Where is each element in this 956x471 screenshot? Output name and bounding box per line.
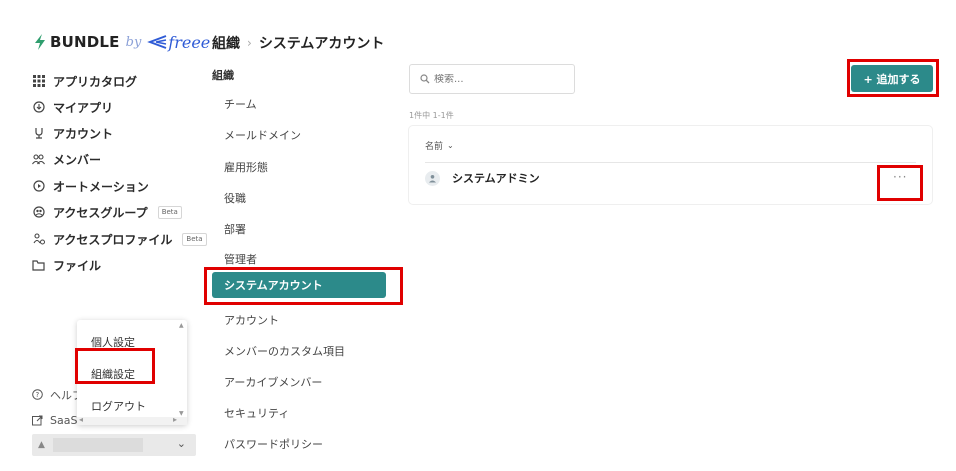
header-divider (425, 162, 916, 163)
org-nav-title: 組織 (212, 69, 234, 82)
external-link-icon (32, 415, 44, 427)
column-header-name[interactable]: 名前 ⌄ (425, 139, 454, 152)
bundle-bolt-icon (35, 34, 45, 50)
menu-item-personal-settings[interactable]: 個人設定 (91, 334, 135, 350)
org-nav-item-security[interactable]: セキュリティ (224, 405, 289, 421)
freee-logo: freee (147, 33, 210, 52)
popup-vertical-scrollbar[interactable]: ▲ ▼ (179, 322, 185, 418)
avatar (425, 170, 440, 186)
add-button[interactable]: + 追加する (851, 65, 933, 92)
user-popup-menu: 個人設定 組織設定 ログアウト ▲ ▼ ◂ ▸ (77, 320, 187, 425)
result-count: 1件中 1-1件 (409, 111, 454, 120)
org-nav-item-department[interactable]: 部署 (224, 221, 246, 237)
org-nav-item-member-custom-fields[interactable]: メンバーのカスタム項目 (224, 343, 345, 359)
breadcrumb-current: システムアカウント (258, 36, 385, 52)
sidebar-item-files[interactable]: ファイル (32, 254, 101, 276)
chevron-down-icon: ⌄ (447, 141, 454, 150)
sidebar-item-label: メンバー (53, 152, 102, 167)
sidebar-item-label: アプリカタログ (53, 74, 138, 89)
search-input[interactable] (434, 73, 554, 85)
circle-arrow-icon (32, 101, 45, 114)
profile-icon (32, 233, 45, 246)
org-nav-item-team[interactable]: チーム (224, 96, 257, 112)
column-header-label: 名前 (425, 142, 444, 152)
org-nav-item-mail-domain[interactable]: メールドメイン (224, 127, 301, 143)
person-icon (32, 127, 45, 140)
scroll-right-icon[interactable]: ▸ (173, 415, 177, 424)
org-nav-item-accounts[interactable]: アカウント (224, 312, 279, 328)
org-nav-item-system-accounts[interactable]: システムアカウント (212, 272, 386, 298)
menu-item-logout[interactable]: ログアウト (91, 398, 146, 414)
folder-icon (32, 259, 45, 272)
popup-horizontal-scrollbar[interactable]: ◂ ▸ (77, 415, 187, 425)
org-nav-item-position[interactable]: 役職 (224, 190, 246, 206)
table-row[interactable]: システムアドミン (425, 170, 540, 186)
sidebar-item-app-catalog[interactable]: アプリカタログ (32, 70, 137, 92)
sidebar-item-label: ファイル (53, 258, 102, 273)
sidebar-item-accounts[interactable]: アカウント (32, 122, 113, 144)
sidebar-item-access-profiles[interactable]: アクセスプロファイル Beta (32, 228, 207, 250)
sidebar-item-members[interactable]: メンバー (32, 148, 101, 170)
sidebar-item-label: アクセスグループ (53, 205, 148, 220)
help-link[interactable]: ? ヘルプ (32, 387, 83, 403)
breadcrumb-separator-icon: › (247, 36, 252, 50)
scroll-up-icon[interactable]: ▲ (179, 322, 184, 329)
user-avatar-icon: ▲ (38, 440, 45, 450)
breadcrumb: 組織 › システムアカウント (212, 33, 384, 53)
help-circle-icon: ? (32, 389, 44, 401)
user-menu-toggle[interactable]: ▲ ⌄ (32, 434, 196, 456)
search-box[interactable] (409, 64, 575, 94)
freee-bird-icon (147, 35, 167, 49)
breadcrumb-parent[interactable]: 組織 (212, 33, 240, 53)
sidebar-item-label: アクセスプロファイル (53, 232, 173, 247)
grid-icon (32, 75, 45, 88)
sidebar-item-label: オートメーション (53, 179, 149, 194)
sidebar-item-automation[interactable]: オートメーション (32, 175, 149, 197)
user-name-redacted (52, 438, 143, 452)
group-circle-icon (32, 206, 45, 219)
svg-text:?: ? (36, 391, 40, 399)
beta-badge: Beta (182, 232, 207, 246)
org-nav-item-admins[interactable]: 管理者 (224, 251, 257, 267)
sidebar-item-my-apps[interactable]: マイアプリ (32, 96, 113, 118)
chevron-down-icon: ⌄ (176, 437, 186, 450)
org-nav-item-archived-members[interactable]: アーカイブメンバー (224, 374, 322, 390)
beta-badge: Beta (157, 205, 182, 219)
people-icon (32, 153, 45, 166)
row-name: システムアドミン (452, 172, 540, 185)
brand-by: by (125, 34, 142, 50)
sidebar-item-access-groups[interactable]: アクセスグループ Beta (32, 201, 182, 223)
sidebar-item-label: アカウント (53, 126, 114, 141)
org-nav-item-password-policy[interactable]: パスワードポリシー (224, 436, 323, 452)
system-accounts-table: 名前 ⌄ システムアドミン ··· (409, 126, 932, 204)
scroll-left-icon[interactable]: ◂ (79, 415, 83, 424)
app-logo[interactable]: BUNDLE by freee (33, 32, 210, 52)
org-nav-item-employment-type[interactable]: 雇用形態 (224, 159, 268, 175)
search-icon (420, 73, 431, 85)
scroll-down-icon[interactable]: ▼ (179, 410, 184, 417)
play-circle-icon (32, 180, 45, 193)
brand-name: BUNDLE (50, 33, 120, 51)
saas-link[interactable]: SaaSt (32, 414, 82, 427)
more-options-icon[interactable]: ··· (893, 170, 907, 184)
menu-item-org-settings[interactable]: 組織設定 (91, 366, 135, 382)
sidebar-item-label: マイアプリ (53, 100, 114, 115)
freee-text: freee (168, 32, 211, 52)
